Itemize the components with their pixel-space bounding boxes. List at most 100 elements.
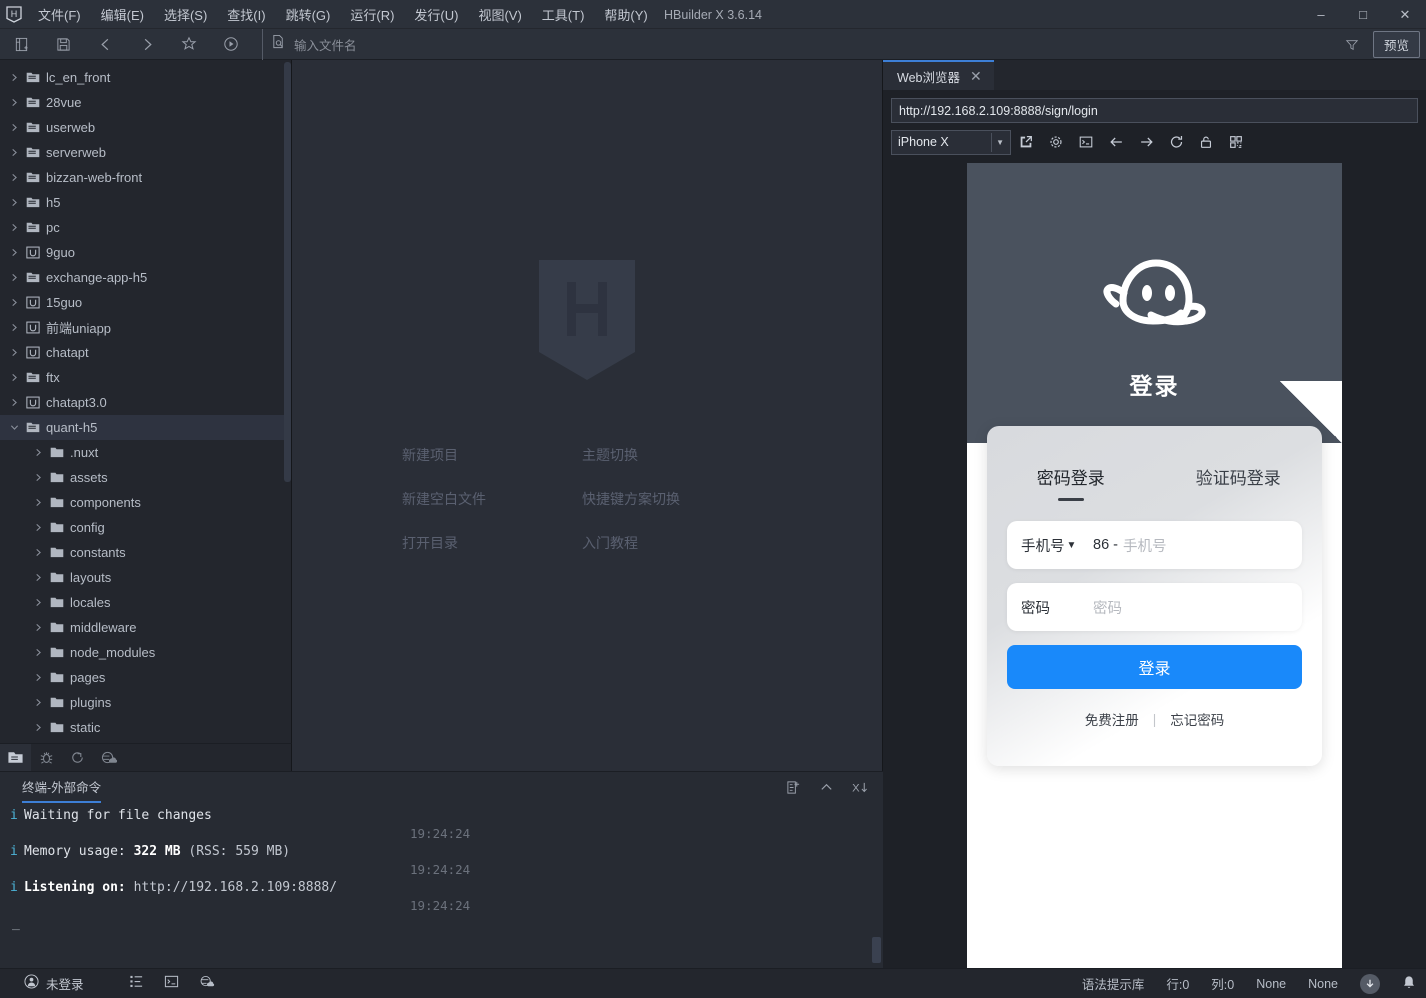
device-select[interactable]: iPhone X ▼	[891, 130, 1011, 155]
tree-item-.nuxt[interactable]: .nuxt	[0, 440, 291, 465]
chevron-right-icon[interactable]	[6, 398, 22, 407]
menu-publish[interactable]: 发行(U)	[404, 0, 468, 29]
forgot-password-link[interactable]: 忘记密码	[1170, 709, 1224, 729]
chevron-right-icon[interactable]	[30, 723, 46, 732]
phone-field[interactable]: 手机号 ▼ 86 - 手机号	[1007, 521, 1302, 569]
phone-type-select[interactable]: 手机号 ▼	[1021, 535, 1093, 556]
preview-button[interactable]: 预览	[1373, 31, 1420, 58]
project-tree[interactable]: lc_en_front28vueuserwebserverwebbizzan-w…	[0, 60, 291, 740]
tree-item-pages[interactable]: pages	[0, 665, 291, 690]
welcome-getting-started[interactable]: 入门教程	[582, 533, 802, 553]
outline-icon[interactable]	[129, 974, 144, 994]
tree-item-userweb[interactable]: userweb	[0, 115, 291, 140]
refresh-icon[interactable]	[1161, 129, 1191, 155]
chevron-right-icon[interactable]	[30, 573, 46, 582]
sidebar-tab-debug[interactable]	[31, 744, 62, 772]
sidebar-tab-cloud[interactable]	[93, 744, 124, 772]
console-icon[interactable]	[1071, 129, 1101, 155]
tree-item-lc_en_front[interactable]: lc_en_front	[0, 65, 291, 90]
chevron-right-icon[interactable]	[6, 323, 22, 332]
tree-item-pc[interactable]: pc	[0, 215, 291, 240]
tree-item-assets[interactable]: assets	[0, 465, 291, 490]
bell-icon[interactable]	[1402, 975, 1416, 993]
menu-edit[interactable]: 编辑(E)	[91, 0, 154, 29]
tree-item-chatapt[interactable]: chatapt	[0, 340, 291, 365]
chevron-right-icon[interactable]	[30, 473, 46, 482]
terminal-scrollbar[interactable]	[872, 937, 881, 963]
download-icon[interactable]	[1360, 974, 1380, 994]
menu-file[interactable]: 文件(F)	[28, 0, 91, 29]
chevron-right-icon[interactable]	[6, 73, 22, 82]
tree-item-h5[interactable]: h5	[0, 190, 291, 215]
menu-help[interactable]: 帮助(Y)	[594, 0, 657, 29]
tree-item-middleware[interactable]: middleware	[0, 615, 291, 640]
chevron-right-icon[interactable]	[30, 673, 46, 682]
tree-item-28vue[interactable]: 28vue	[0, 90, 291, 115]
register-link[interactable]: 免费注册	[1085, 709, 1139, 729]
chevron-right-icon[interactable]	[6, 173, 22, 182]
chevron-right-icon[interactable]	[6, 223, 22, 232]
forward-icon[interactable]	[126, 29, 168, 60]
tree-item-chatapt3.0[interactable]: chatapt3.0	[0, 390, 291, 415]
password-field[interactable]: 密码 密码	[1007, 583, 1302, 631]
tree-item-locales[interactable]: locales	[0, 590, 291, 615]
collapse-icon[interactable]	[819, 780, 834, 800]
sidebar-tab-project[interactable]	[0, 744, 31, 772]
file-search-input[interactable]: 输入文件名	[294, 35, 357, 54]
mobile-viewport[interactable]: 登录 密码登录 验证码登录 手机号 ▼ 86 - 手机号	[967, 163, 1342, 968]
tree-item-quant-h5[interactable]: quant-h5	[0, 415, 291, 440]
unlock-icon[interactable]	[1191, 129, 1221, 155]
qrcode-icon[interactable]	[1221, 129, 1251, 155]
arrow-left-icon[interactable]	[1101, 129, 1131, 155]
syntax-library-label[interactable]: 语法提示库	[1082, 974, 1145, 993]
welcome-keymap-switch[interactable]: 快捷键方案切换	[582, 489, 802, 509]
tree-item-constants[interactable]: constants	[0, 540, 291, 565]
tree-item-components[interactable]: components	[0, 490, 291, 515]
chevron-down-icon[interactable]	[6, 423, 22, 432]
menu-view[interactable]: 视图(V)	[468, 0, 531, 29]
open-external-icon[interactable]	[1011, 129, 1041, 155]
menu-run[interactable]: 运行(R)	[340, 0, 404, 29]
line-ending-label[interactable]: None	[1308, 977, 1338, 991]
star-icon[interactable]	[168, 29, 210, 60]
back-icon[interactable]	[84, 29, 126, 60]
gear-icon[interactable]	[1041, 129, 1071, 155]
tree-item-ftx[interactable]: ftx	[0, 365, 291, 390]
terminal-icon[interactable]	[164, 974, 179, 994]
tree-item-static[interactable]: static	[0, 715, 291, 740]
welcome-new-project[interactable]: 新建项目	[402, 445, 582, 465]
tree-item-exchange-app-h5[interactable]: exchange-app-h5	[0, 265, 291, 290]
terminal-output[interactable]: iWaiting for file changes19:24:24iMemory…	[0, 808, 883, 931]
cloud-globe-icon[interactable]	[199, 974, 215, 994]
tab-sms-login[interactable]: 验证码登录	[1155, 464, 1323, 489]
sidebar-scrollbar[interactable]	[284, 62, 291, 482]
chevron-right-icon[interactable]	[30, 498, 46, 507]
password-input[interactable]: 密码	[1093, 597, 1122, 618]
menu-goto[interactable]: 跳转(G)	[276, 0, 341, 29]
chevron-right-icon[interactable]	[6, 98, 22, 107]
tree-item-config[interactable]: config	[0, 515, 291, 540]
sidebar-tab-sync[interactable]	[62, 744, 93, 772]
terminal-tab-external-command[interactable]: 终端-外部命令	[22, 777, 101, 803]
chevron-right-icon[interactable]	[30, 623, 46, 632]
login-submit-button[interactable]: 登录	[1007, 645, 1302, 689]
maximize-button[interactable]: □	[1342, 0, 1384, 29]
tree-item-15guo[interactable]: 15guo	[0, 290, 291, 315]
arrow-right-icon[interactable]	[1131, 129, 1161, 155]
tree-item-bizzan-web-front[interactable]: bizzan-web-front	[0, 165, 291, 190]
tree-item-plugins[interactable]: plugins	[0, 690, 291, 715]
chevron-right-icon[interactable]	[6, 123, 22, 132]
tab-password-login[interactable]: 密码登录	[987, 464, 1155, 489]
menu-select[interactable]: 选择(S)	[154, 0, 217, 29]
browser-tab[interactable]: Web浏览器 ✕	[883, 60, 994, 90]
new-terminal-icon[interactable]	[786, 780, 801, 800]
tree-item-layouts[interactable]: layouts	[0, 565, 291, 590]
chevron-right-icon[interactable]	[6, 248, 22, 257]
menu-tools[interactable]: 工具(T)	[532, 0, 595, 29]
tree-item-serverweb[interactable]: serverweb	[0, 140, 291, 165]
login-status-label[interactable]: 未登录	[46, 974, 84, 993]
tree-item-node_modules[interactable]: node_modules	[0, 640, 291, 665]
close-button[interactable]: ✕	[1384, 0, 1426, 29]
filter-icon[interactable]	[1339, 38, 1365, 52]
chevron-right-icon[interactable]	[6, 373, 22, 382]
